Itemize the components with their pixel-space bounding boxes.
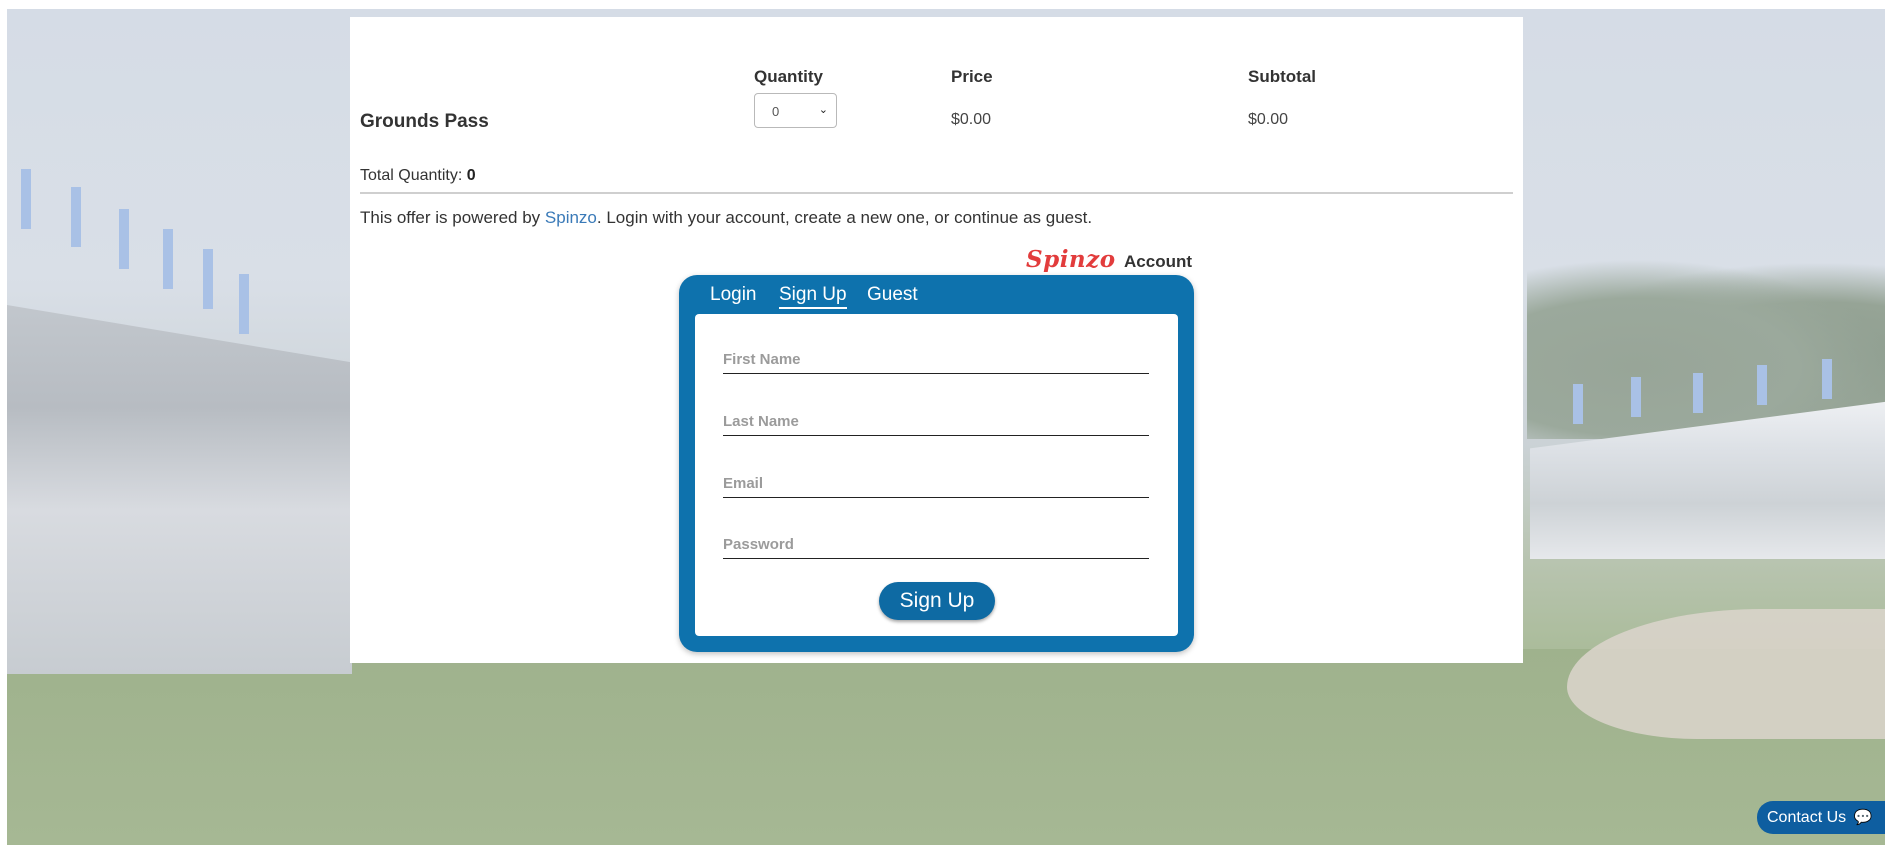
flag <box>21 169 31 229</box>
email-field[interactable]: Email <box>723 473 1149 498</box>
quantity-value: 0 <box>772 104 780 119</box>
price-value: $0.00 <box>951 111 992 128</box>
powered-by-text: This offer is powered by Spinzo. Login w… <box>360 208 1092 228</box>
quantity-select[interactable]: 0 ⌄ <box>754 93 837 128</box>
flag <box>1757 365 1767 405</box>
powered-suffix: . Login with your account, create a new … <box>596 208 1093 227</box>
first-name-field[interactable]: First Name <box>723 349 1149 374</box>
flag <box>1631 377 1641 417</box>
flag <box>163 229 173 289</box>
account-card: Login Sign Up Guest First Name Last Name… <box>679 275 1194 652</box>
contact-us-button[interactable]: Contact Us 💬 <box>1757 801 1885 834</box>
spinzo-link[interactable]: Spinzo <box>545 208 597 227</box>
tab-login[interactable]: Login <box>710 284 757 306</box>
flag <box>1693 373 1703 413</box>
signup-form: First Name Last Name Email Password Sign… <box>695 314 1178 636</box>
total-quantity-label: Total Quantity: <box>360 167 463 184</box>
contact-us-label: Contact Us <box>1767 809 1847 826</box>
chat-icon: 💬 <box>1853 809 1873 826</box>
divider <box>360 192 1513 194</box>
flag <box>119 209 129 269</box>
price-header: Price <box>951 67 993 86</box>
flag <box>1822 359 1832 399</box>
total-quantity-value: 0 <box>466 167 476 184</box>
powered-prefix: This offer is powered by <box>360 208 541 227</box>
sign-up-button[interactable]: Sign Up <box>879 582 995 620</box>
password-field[interactable]: Password <box>723 534 1149 559</box>
spinzo-logo: Spinzo <box>1026 246 1116 273</box>
flag <box>1573 384 1583 424</box>
tab-sign-up[interactable]: Sign Up <box>779 284 847 309</box>
flag <box>203 249 213 309</box>
subtotal-value: $0.00 <box>1248 111 1289 128</box>
last-name-field[interactable]: Last Name <box>723 411 1149 436</box>
last-name-placeholder: Last Name <box>723 413 799 430</box>
total-quantity: Total Quantity: 0 <box>360 167 476 185</box>
account-label: Account <box>1124 252 1193 271</box>
account-header: Spinzo Account <box>1026 246 1192 273</box>
first-name-placeholder: First Name <box>723 351 801 368</box>
chevron-down-icon: ⌄ <box>818 104 828 116</box>
tab-guest[interactable]: Guest <box>867 284 918 306</box>
password-placeholder: Password <box>723 536 794 553</box>
ticket-panel: Quantity Price Subtotal Grounds Pass 0 ⌄… <box>350 17 1523 663</box>
flag <box>239 274 249 334</box>
subtotal-header: Subtotal <box>1248 67 1316 86</box>
grandstand-left <box>7 305 352 674</box>
email-placeholder: Email <box>723 475 764 492</box>
product-name: Grounds Pass <box>360 111 489 132</box>
sand-bunker <box>1567 609 1885 739</box>
quantity-header: Quantity <box>754 67 823 86</box>
flag <box>71 187 81 247</box>
